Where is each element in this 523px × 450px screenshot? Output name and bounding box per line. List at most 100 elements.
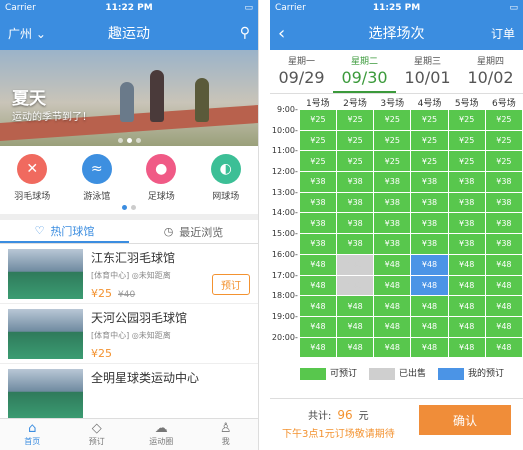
book-button[interactable]: 预订 [212,274,250,295]
slot-available[interactable]: ¥25 [411,130,448,151]
venue-category: [体育中心] [91,331,130,340]
slot-available[interactable]: ¥38 [374,213,411,234]
court-header: 6号场 [492,98,516,109]
slot-selected[interactable]: ¥48 [411,254,448,275]
slot-available[interactable]: ¥25 [374,151,411,172]
slot-selected[interactable]: ¥48 [411,275,448,296]
slot-available[interactable]: ¥25 [299,151,337,172]
slot-available[interactable]: ¥38 [448,192,485,213]
slot-available[interactable]: ¥48 [337,337,374,358]
slot-available[interactable]: ¥48 [374,337,411,358]
slot-available[interactable]: ¥25 [485,130,522,151]
slot-available[interactable]: ¥25 [448,151,485,172]
booking-footer: 共计: 96 元 下午3点1元订场敬请期待 确认 [270,398,523,450]
slot-available[interactable]: ¥38 [448,234,485,254]
slot-available[interactable]: ¥48 [374,275,411,296]
slot-available[interactable]: ¥25 [448,130,485,151]
promo-banner[interactable]: 夏天 运动的季节到了！ [0,50,258,146]
slot-available[interactable]: ¥38 [485,172,522,192]
date-tab[interactable]: 星期三 10/01 [396,50,459,93]
slot-available[interactable]: ¥48 [411,296,448,316]
bottom-nav-item[interactable]: ⌂ 首页 [0,419,65,450]
date-tab[interactable]: 星期一 09/29 [270,50,333,93]
category-item[interactable]: ≈ 游泳馆 [67,154,127,202]
slot-available[interactable]: ¥48 [485,296,522,316]
slot-available[interactable]: ¥48 [448,316,485,337]
venue-card[interactable]: 天河公园羽毛球馆 [体育中心] ◎未知距离 ¥25 [0,304,258,364]
slot-available[interactable]: ¥25 [411,110,448,130]
venue-card[interactable]: 江东汇羽毛球馆 [体育中心] ◎未知距离 ¥25 ¥40 预订 [0,244,258,304]
slot-available[interactable]: ¥48 [299,296,337,316]
bottom-nav-item[interactable]: ♙ 我 [194,419,259,450]
slot-available[interactable]: ¥48 [337,316,374,337]
slot-available[interactable]: ¥38 [411,172,448,192]
slot-available[interactable]: ¥48 [299,275,337,296]
slot-available[interactable]: ¥25 [337,110,374,130]
search-icon[interactable]: ⚲ [240,25,250,41]
slot-available[interactable]: ¥48 [299,316,337,337]
slot-available[interactable]: ¥38 [374,192,411,213]
category-row: ✕ 羽毛球场 ≈ 游泳馆 ● 足球场 ◐ 网球场 [0,146,258,214]
slot-available[interactable]: ¥38 [299,172,337,192]
slot-available[interactable]: ¥48 [374,316,411,337]
slot-available[interactable]: ¥38 [299,234,337,254]
slot-available[interactable]: ¥38 [299,192,337,213]
confirm-button[interactable]: 确认 [419,405,511,435]
slot-available[interactable]: ¥25 [337,130,374,151]
slot-available[interactable]: ¥25 [485,110,522,130]
bottom-nav-item[interactable]: ◇ 预订 [65,419,130,450]
slot-available[interactable]: ¥25 [374,130,411,151]
slot-available[interactable]: ¥48 [411,337,448,358]
category-item[interactable]: ◐ 网球场 [196,154,256,202]
slot-available[interactable]: ¥48 [485,337,522,358]
bottom-nav-item[interactable]: ☁ 运动圈 [129,419,194,450]
slot-available[interactable]: ¥38 [411,213,448,234]
slot-available[interactable]: ¥25 [299,110,337,130]
slot-available[interactable]: ¥38 [485,192,522,213]
banner-subline: 运动的季节到了！ [12,112,92,123]
tab-recent[interactable]: ◷ 最近浏览 [129,220,258,243]
slot-available[interactable]: ¥38 [448,172,485,192]
venue-card[interactable]: 全明星球类运动中心 [0,364,258,424]
slot-available[interactable]: ¥25 [337,151,374,172]
slot-available[interactable]: ¥38 [374,172,411,192]
slot-available[interactable]: ¥48 [485,316,522,337]
slot-available[interactable]: ¥48 [448,296,485,316]
city-selector[interactable]: 广州 ⌄ [8,25,46,42]
slot-available[interactable]: ¥25 [448,110,485,130]
slot-available[interactable]: ¥48 [299,337,337,358]
slot-available[interactable]: ¥48 [299,254,337,275]
slot-available[interactable]: ¥38 [485,213,522,234]
slot-available[interactable]: ¥38 [411,234,448,254]
slot-available[interactable]: ¥48 [485,275,522,296]
date-tab[interactable]: 星期四 10/02 [459,50,522,93]
back-icon[interactable]: ‹ [278,23,285,44]
slot-available[interactable]: ¥48 [448,337,485,358]
slot-available[interactable]: ¥48 [485,254,522,275]
slot-available[interactable]: ¥38 [374,234,411,254]
slot-available[interactable]: ¥38 [337,234,374,254]
slot-available[interactable]: ¥38 [448,213,485,234]
category-item[interactable]: ● 足球场 [131,154,191,202]
slot-available[interactable]: ¥38 [299,213,337,234]
slot-available[interactable]: ¥25 [411,151,448,172]
slot-available[interactable]: ¥38 [485,234,522,254]
slot-available[interactable]: ¥25 [485,151,522,172]
slot-available[interactable]: ¥48 [411,316,448,337]
orders-link[interactable]: 订单 [491,25,515,42]
slot-available[interactable]: ¥38 [337,172,374,192]
slot-available[interactable]: ¥38 [411,192,448,213]
slot-available[interactable]: ¥25 [374,110,411,130]
slot-available[interactable]: ¥48 [374,254,411,275]
tab-hot-venues[interactable]: ♡ 热门球馆 [0,220,129,243]
time-row: 17:00- ¥48 ¥48 ¥48 ¥48 ¥48 ¥48 [270,271,523,296]
date-tab[interactable]: 星期二 09/30 [333,50,396,93]
slot-available[interactable]: ¥48 [448,275,485,296]
slot-available[interactable]: ¥38 [337,213,374,234]
slot-available[interactable]: ¥48 [448,254,485,275]
slot-available[interactable]: ¥38 [337,192,374,213]
category-item[interactable]: ✕ 羽毛球场 [2,154,62,202]
slot-available[interactable]: ¥48 [337,296,374,316]
slot-available[interactable]: ¥25 [299,130,337,151]
slot-available[interactable]: ¥48 [374,296,411,316]
